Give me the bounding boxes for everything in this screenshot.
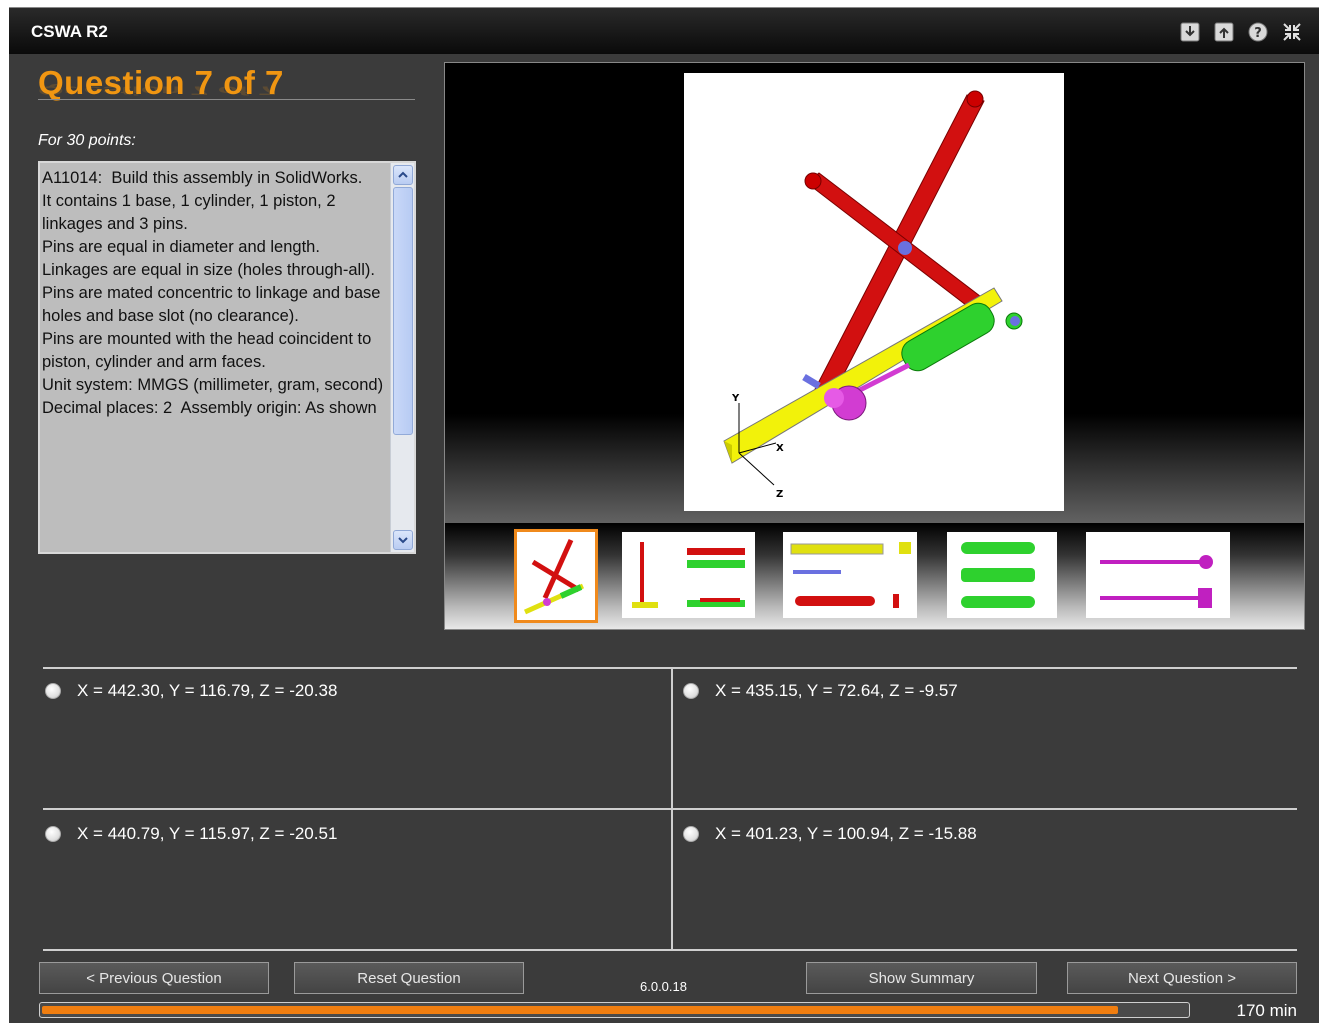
answer-divider-top	[43, 667, 1297, 669]
upload-icon[interactable]	[1213, 21, 1235, 43]
z-axis-label: Z	[776, 489, 783, 500]
answer-option-b[interactable]: X = 435.15, Y = 72.64, Z = -9.57	[683, 681, 958, 701]
reset-question-button[interactable]: Reset Question	[294, 962, 524, 994]
thumbnail-1[interactable]	[514, 529, 598, 623]
progress-bar	[39, 1002, 1190, 1018]
title-icons: ?	[1179, 21, 1303, 43]
progress-fill	[42, 1006, 1118, 1014]
answer-label: X = 440.79, Y = 115.97, Z = -20.51	[77, 824, 338, 843]
answer-divider-bottom	[43, 949, 1297, 951]
answer-radio[interactable]	[45, 826, 61, 842]
chevron-down-icon	[398, 537, 408, 544]
answer-radio[interactable]	[683, 826, 699, 842]
question-text: A11014: Build this assembly in SolidWork…	[42, 169, 384, 417]
thumbnail-4[interactable]	[947, 532, 1057, 618]
download-icon[interactable]	[1179, 21, 1201, 43]
thumbnail-2[interactable]	[622, 532, 755, 618]
title-divider	[38, 99, 415, 100]
next-question-button[interactable]: Next Question >	[1067, 962, 1297, 994]
title-bar: CSWA R2 ?	[9, 8, 1319, 54]
question-text-box[interactable]: A11014: Build this assembly in SolidWork…	[38, 161, 416, 554]
answer-label: X = 435.15, Y = 72.64, Z = -9.57	[715, 681, 958, 700]
answer-divider-middle	[43, 808, 1297, 810]
previous-question-button[interactable]: < Previous Question	[39, 962, 269, 994]
answer-option-d[interactable]: X = 401.23, Y = 100.94, Z = -15.88	[683, 824, 977, 844]
scroll-up-button[interactable]	[393, 165, 413, 185]
answer-radio[interactable]	[683, 683, 699, 699]
thumbnail-5[interactable]	[1086, 532, 1230, 618]
time-remaining: 170 min	[1236, 1001, 1297, 1020]
thumbnail-3[interactable]	[783, 532, 917, 618]
answer-option-a[interactable]: X = 442.30, Y = 116.79, Z = -20.38	[45, 681, 337, 701]
scroll-down-button[interactable]	[393, 530, 413, 550]
answer-label: X = 401.23, Y = 100.94, Z = -15.88	[715, 824, 977, 843]
y-axis-label: Y	[731, 393, 740, 404]
help-icon[interactable]: ?	[1247, 21, 1269, 43]
thumbnail-strip	[445, 523, 1304, 629]
svg-text:?: ?	[1254, 26, 1262, 41]
image-viewer: Y X Z	[444, 62, 1305, 630]
collapse-icon[interactable]	[1281, 21, 1303, 43]
answer-label: X = 442.30, Y = 116.79, Z = -20.38	[77, 681, 338, 700]
answer-radio[interactable]	[45, 683, 61, 699]
answer-divider-vertical	[671, 667, 673, 951]
chevron-up-icon	[398, 171, 408, 178]
x-axis-label: X	[776, 443, 784, 454]
answer-grid: X = 442.30, Y = 116.79, Z = -20.38 X = 4…	[43, 667, 1297, 951]
answer-option-c[interactable]: X = 440.79, Y = 115.97, Z = -20.51	[45, 824, 337, 844]
assembly-image: Y X Z	[684, 73, 1064, 511]
points-label: For 30 points:	[38, 132, 136, 149]
scroll-thumb[interactable]	[393, 187, 413, 435]
app-title: CSWA R2	[31, 22, 108, 41]
show-summary-button[interactable]: Show Summary	[806, 962, 1037, 994]
app-window: CSWA R2 ? Question 7 of 7 Question 7 of …	[9, 7, 1319, 1023]
version-label: 6.0.0.18	[640, 979, 687, 994]
question-title-reflection: Question 7 of 7	[38, 84, 277, 97]
scrollbar[interactable]	[390, 163, 414, 552]
